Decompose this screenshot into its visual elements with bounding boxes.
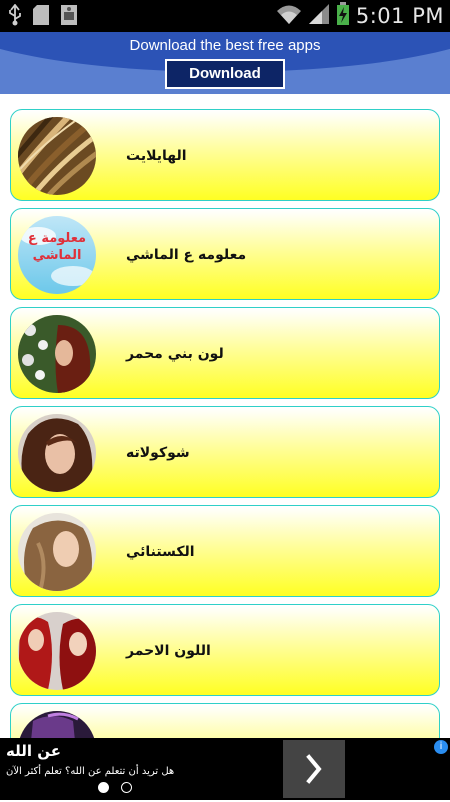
list-item-dark[interactable] <box>10 703 440 738</box>
status-bar: 5:01 PM <box>0 0 450 32</box>
list-item-label: معلومه ع الماشي <box>126 247 247 263</box>
ad-next-button[interactable] <box>283 740 345 798</box>
red-hair-thumbnail <box>18 612 96 690</box>
wifi-icon <box>276 3 302 29</box>
chocolate-hair-thumbnail <box>18 414 96 492</box>
list-item-chocolate[interactable]: شوكولاته <box>10 406 440 498</box>
list-item-label: اللون الاحمر <box>126 643 211 659</box>
image-icon <box>60 4 78 30</box>
battery-charging-icon <box>336 2 350 30</box>
pager-dot[interactable] <box>121 782 132 793</box>
chestnut-hair-thumbnail <box>18 513 96 591</box>
list-item-label: الهايلايت <box>126 148 187 164</box>
list-item-label: لون بني محمر <box>126 346 224 362</box>
thumbnail-caption: معلومة ع الماشي <box>27 231 87 263</box>
signal-icon <box>308 3 330 29</box>
reddish-brown-hair-thumbnail <box>18 315 96 393</box>
ad-pager[interactable] <box>98 782 132 793</box>
hair-color-list[interactable]: الهايلايت معلومة ع الماشي معلومه ع الماش… <box>0 94 450 738</box>
banner-title: Download the best free apps <box>129 37 321 54</box>
list-item-highlights[interactable]: الهايلايت <box>10 109 440 201</box>
ad-title: عن الله <box>6 742 61 760</box>
list-item-red[interactable]: اللون الاحمر <box>10 604 440 696</box>
dark-hair-thumbnail <box>18 711 96 738</box>
pager-dot-active[interactable] <box>98 782 109 793</box>
list-item-label: شوكولاته <box>126 445 190 461</box>
ad-banner[interactable]: عن الله هل تريد أن تتعلم عن الله؟ تعلم أ… <box>0 738 450 800</box>
ad-info-icon[interactable]: i <box>434 740 448 754</box>
list-item-label: الكستنائي <box>126 544 195 560</box>
download-button[interactable]: Download <box>165 59 285 89</box>
list-item-chestnut[interactable]: الكستنائي <box>10 505 440 597</box>
chevron-right-icon <box>306 754 322 784</box>
highlight-hair-thumbnail <box>18 117 96 195</box>
list-item-info[interactable]: معلومة ع الماشي معلومه ع الماشي <box>10 208 440 300</box>
info-graphic-thumbnail: معلومة ع الماشي <box>18 216 96 294</box>
status-bar-notifications <box>8 3 78 30</box>
list-item-reddish-brown[interactable]: لون بني محمر <box>10 307 440 399</box>
ad-subtitle: هل تريد أن تتعلم عن الله؟ تعلم أكثر الآن <box>6 766 175 777</box>
usb-icon <box>8 3 22 30</box>
app-banner[interactable]: Download the best free apps Download <box>0 32 450 94</box>
sd-card-icon <box>32 4 50 30</box>
status-time: 5:01 PM <box>355 4 444 28</box>
status-bar-system: 5:01 PM <box>276 2 444 30</box>
